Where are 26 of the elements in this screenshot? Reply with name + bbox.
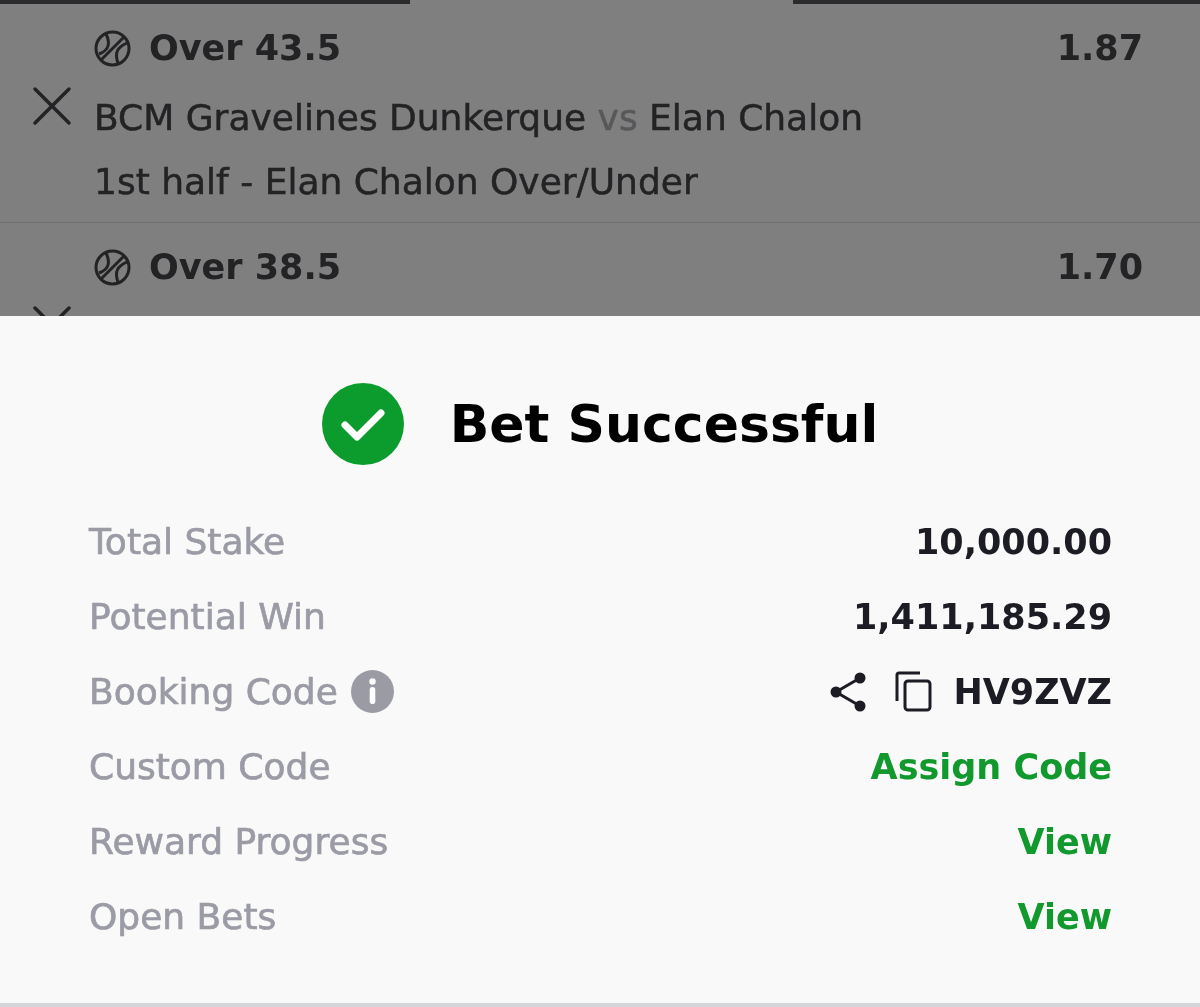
row-label: Open Bets xyxy=(89,894,277,939)
share-icon[interactable] xyxy=(829,671,868,712)
row-label: Reward Progress xyxy=(89,819,389,864)
close-icon[interactable] xyxy=(32,86,72,126)
booking-code: HV9ZVZ xyxy=(953,670,1112,714)
amount-value: 10,000.00 xyxy=(914,520,1112,564)
sheet-title: Bet Successful xyxy=(449,394,879,454)
row-label: Booking Code xyxy=(89,669,338,714)
odds-value: 1.87 xyxy=(1056,28,1143,68)
action-link[interactable]: View xyxy=(1017,819,1112,864)
selection-pick: Over 43.5 xyxy=(149,28,342,68)
row-label: Total Stake xyxy=(89,519,286,564)
basketball-icon xyxy=(94,248,131,286)
action-link[interactable]: Assign Code xyxy=(870,744,1112,789)
row-label: Custom Code xyxy=(89,744,331,789)
market-name: 1st half - Elan Chalon Over/Under xyxy=(94,160,699,204)
selection-pick: Over 38.5 xyxy=(149,247,342,287)
odds-value: 1.70 xyxy=(1056,247,1143,287)
row-label: Potential Win xyxy=(89,594,326,639)
info-icon[interactable] xyxy=(350,670,394,713)
basketball-icon xyxy=(94,29,131,67)
amount-value: 1,411,185.29 xyxy=(852,595,1112,639)
action-link[interactable]: View xyxy=(1017,894,1112,939)
success-check-icon xyxy=(321,383,404,465)
close-icon[interactable] xyxy=(32,305,72,316)
copy-icon[interactable] xyxy=(895,671,933,712)
